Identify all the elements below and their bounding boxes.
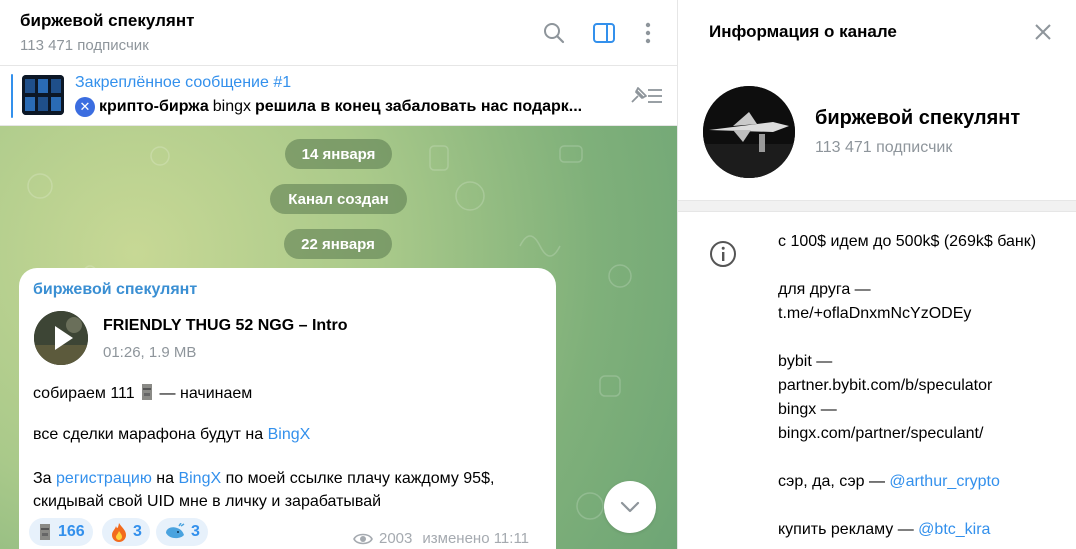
message-text: по моей ссылке плачу каждому 95$, <box>221 470 495 487</box>
more-options-icon[interactable] <box>635 20 661 46</box>
channel-name: биржевой спекулянт <box>815 107 1021 129</box>
reaction-count: 166 <box>58 523 85 540</box>
channel-description-line: bingx — <box>778 401 837 418</box>
reaction-moai[interactable]: 166 <box>29 518 93 546</box>
pinned-title: Закреплённое сообщение #1 <box>75 74 292 91</box>
btc-kira-link[interactable]: @btc_kira <box>918 521 990 538</box>
channel-created-notice: Канал создан <box>270 184 407 214</box>
view-count: 2003 <box>379 530 413 547</box>
fire-icon <box>112 523 126 542</box>
reaction-fire[interactable]: 3 <box>102 518 150 546</box>
channel-info-panel: Информация о канале биржевой спекулянт 1… <box>677 0 1076 549</box>
sidebar-toggle-icon[interactable] <box>591 20 617 46</box>
scroll-down-button[interactable] <box>604 481 656 533</box>
message-text: — начинаем <box>159 385 253 402</box>
bingx-partner-link[interactable]: bingx.com/partner/speculant/ <box>778 425 983 443</box>
description-text: сэр, да, сэр — <box>778 473 890 490</box>
audio-meta: 01:26, 1.9 MB <box>103 344 197 361</box>
message-meta: 2003 изменено 11:11 <box>353 530 529 547</box>
channel-subscriber-count: 113 471 подписчик <box>815 139 953 156</box>
chat-panel: биржевой спекулянт 113 471 подписчик Зак… <box>0 0 677 549</box>
audio-title: FRIENDLY THUG 52 NGG – Intro <box>103 317 348 334</box>
reaction-count: 3 <box>133 523 142 540</box>
channel-description-line: купить рекламу — @btc_kira <box>778 521 990 539</box>
pinned-indicator <box>11 74 13 118</box>
edited-time: изменено 11:11 <box>422 530 530 547</box>
message-bubble[interactable]: биржевой спекулянт FRIENDLY THUG 52 NGG … <box>19 268 556 549</box>
pinned-text-bold1: крипто-биржа <box>99 98 209 115</box>
search-icon[interactable] <box>541 20 567 46</box>
section-divider <box>678 200 1076 212</box>
channel-avatar[interactable] <box>703 86 795 178</box>
message-text: все сделки марафона будут на <box>33 426 268 443</box>
chat-title[interactable]: биржевой спекулянт <box>20 11 194 31</box>
message-line: все сделки марафона будут на BingX <box>33 426 310 444</box>
whale-icon <box>166 523 185 539</box>
chat-subscriber-count: 113 471 подписчик <box>20 37 149 54</box>
pinned-thumbnail <box>22 75 64 115</box>
moai-icon <box>40 524 50 540</box>
info-panel-title: Информация о канале <box>709 22 897 41</box>
message-line: собираем 111 — начинаем <box>33 382 252 403</box>
info-icon <box>709 240 737 268</box>
bingx-link[interactable]: BingX <box>178 470 221 487</box>
pinned-message-bar[interactable]: Закреплённое сообщение #1 ✕ крипто-биржа… <box>0 66 677 126</box>
bingx-logo-icon: ✕ <box>75 97 95 117</box>
registration-link[interactable]: регистрацию <box>56 470 152 487</box>
reaction-whale[interactable]: 3 <box>156 518 208 546</box>
audio-play-button[interactable] <box>34 311 88 365</box>
pinned-text-normal: bingx <box>212 98 251 115</box>
channel-description-line: для друга — <box>778 281 871 298</box>
reaction-count: 3 <box>191 523 200 540</box>
date-separator: 22 января <box>284 229 392 259</box>
date-separator: 14 января <box>285 139 392 169</box>
pinned-list-icon[interactable] <box>628 84 664 108</box>
close-icon[interactable] <box>1031 20 1055 44</box>
channel-description-line: bybit — <box>778 353 833 370</box>
message-line: скидывай свой UID мне в личку и зарабаты… <box>33 493 382 510</box>
pinned-preview: ✕ крипто-биржа bingx решила в конец заба… <box>75 97 582 117</box>
arthur-crypto-link[interactable]: @arthur_crypto <box>889 473 1000 490</box>
message-author[interactable]: биржевой спекулянт <box>33 281 197 299</box>
bingx-link[interactable]: BingX <box>268 426 311 443</box>
message-text: на <box>151 470 179 487</box>
message-line: За регистрацию на BingX по моей ссылке п… <box>33 470 494 488</box>
chevron-down-icon <box>620 501 640 513</box>
pinned-text-bold2: решила в конец забаловать нас подарк... <box>254 98 583 115</box>
chat-header[interactable]: биржевой спекулянт 113 471 подписчик <box>0 0 677 66</box>
description-text: купить рекламу — <box>778 521 919 538</box>
moai-icon <box>142 384 153 400</box>
channel-description-line: сэр, да, сэр — @arthur_crypto <box>778 473 1000 491</box>
bybit-partner-link[interactable]: partner.bybit.com/b/speculator <box>778 377 992 395</box>
eye-icon <box>353 533 373 544</box>
channel-description-line: с 100$ идем до 500k$ (269k$ банк) <box>778 233 1037 250</box>
message-text: собираем 111 <box>33 385 135 402</box>
message-text: За <box>33 470 57 487</box>
friend-invite-link[interactable]: t.me/+oflaDnxmNcYzODEy <box>778 305 971 323</box>
